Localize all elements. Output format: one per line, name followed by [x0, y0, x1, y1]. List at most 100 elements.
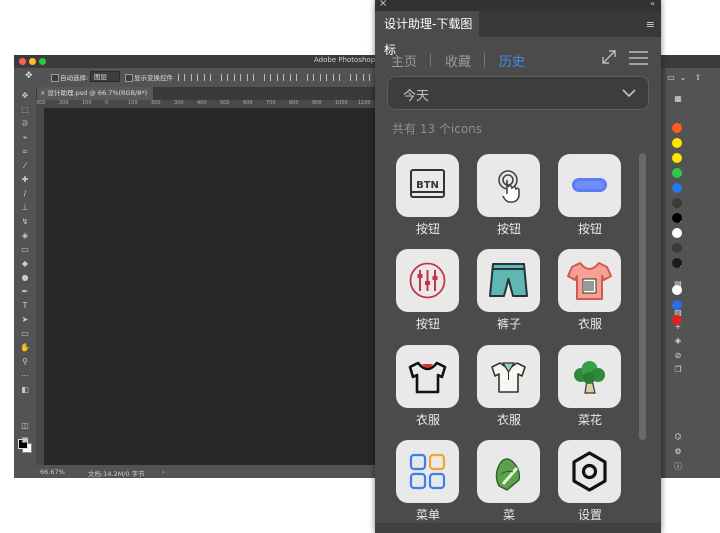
ruler-tick-label: 300 — [36, 100, 46, 106]
swatches-panel-icon[interactable]: ▦ — [674, 94, 682, 103]
icon-card[interactable] — [396, 345, 459, 408]
minimize-window-button[interactable] — [29, 58, 36, 65]
ruler-tick-label: 100 — [82, 100, 92, 106]
collapse-icon[interactable]: « — [650, 0, 655, 8]
align-icon[interactable] — [221, 74, 228, 81]
color-swatch[interactable] — [672, 153, 682, 163]
design-assistant-panel: × « 设计助理-下载图标 ≡ 主页 收藏 历史 今天 共有 13 个icons… — [375, 0, 661, 533]
expand-icon[interactable] — [600, 48, 618, 66]
crop-tool-icon[interactable]: ⌗ — [20, 147, 30, 156]
panel-menu-icon[interactable]: ≡ — [646, 18, 655, 31]
nav-favorites[interactable]: 收藏 — [445, 51, 471, 70]
icon-card[interactable] — [558, 249, 621, 312]
zoom-level[interactable]: 66.67% — [40, 468, 65, 476]
no-fill-icon[interactable]: ⊘ — [674, 351, 682, 360]
plugin-icon[interactable]: ⌬ — [674, 432, 682, 441]
zoom-window-button[interactable] — [39, 58, 46, 65]
document-canvas[interactable] — [44, 108, 378, 465]
workspace-chevron-icon[interactable]: ⌄ — [679, 73, 687, 82]
status-menu-icon[interactable]: › — [162, 468, 165, 476]
share-icon[interactable]: ⇪ — [694, 73, 702, 82]
eraser-tool-icon[interactable]: ◈ — [20, 231, 30, 240]
color-swatch[interactable] — [672, 258, 682, 268]
color-swatch[interactable] — [672, 123, 682, 133]
hand-tool-icon[interactable]: ✋ — [20, 343, 30, 352]
color-swatch[interactable] — [672, 228, 682, 238]
align-icon[interactable] — [191, 74, 198, 81]
pen-tool-icon[interactable]: ✒ — [20, 287, 30, 296]
color-swatch[interactable] — [672, 138, 682, 148]
workspace-icon[interactable]: ▭ — [667, 73, 675, 82]
clone-icon[interactable]: ❐ — [674, 365, 682, 374]
color-swatch[interactable] — [672, 198, 682, 208]
icon-card[interactable]: BTN — [396, 154, 459, 217]
align-icon[interactable] — [178, 74, 185, 81]
color-swatch[interactable] — [672, 300, 682, 310]
icon-card[interactable] — [477, 249, 540, 312]
distribute-icon[interactable] — [277, 74, 284, 81]
distribute-icon[interactable] — [363, 74, 370, 81]
nav-home[interactable]: 主页 — [391, 51, 417, 70]
color-swatch[interactable] — [672, 243, 682, 253]
icon-card[interactable] — [396, 249, 459, 312]
info-icon[interactable]: ⓘ — [674, 462, 682, 471]
lasso-tool-icon[interactable]: ᘐ — [20, 119, 30, 128]
icon-card[interactable] — [477, 440, 540, 503]
blur-tool-icon[interactable]: ◆ — [20, 259, 30, 268]
marquee-tool-icon[interactable]: ⬚ — [20, 105, 30, 114]
scrollbar-thumb[interactable] — [639, 153, 646, 440]
default-colors-icon[interactable]: ◧ — [20, 385, 30, 394]
panel-tab-title[interactable]: 设计助理-下载图标 — [375, 11, 479, 57]
layer-select[interactable]: 图层 — [90, 71, 120, 82]
eyedropper-tool-icon[interactable]: ⁄ — [20, 161, 30, 170]
dodge-tool-icon[interactable]: ● — [20, 273, 30, 282]
show-transform-checkbox[interactable] — [125, 74, 133, 82]
move-tool-icon[interactable]: ✥ — [20, 91, 30, 100]
icon-card[interactable] — [558, 440, 621, 503]
align-icon[interactable] — [247, 74, 254, 81]
quick-mask-icon[interactable]: ◫ — [20, 421, 30, 430]
color-swatch[interactable] — [672, 315, 682, 325]
nav-history[interactable]: 历史 — [499, 51, 525, 70]
type-tool-icon[interactable]: T — [20, 301, 30, 310]
distribute-icon[interactable] — [333, 74, 340, 81]
distribute-icon[interactable] — [320, 74, 327, 81]
auto-select-checkbox[interactable] — [51, 74, 59, 82]
color-swatch[interactable] — [672, 285, 682, 295]
more-tools-icon[interactable]: ⋯ — [20, 371, 30, 380]
align-icon[interactable] — [204, 74, 211, 81]
icon-card[interactable] — [477, 345, 540, 408]
icon-card[interactable] — [558, 154, 621, 217]
stamp-tool-icon[interactable]: ⊥ — [20, 203, 30, 212]
distribute-icon[interactable] — [350, 74, 357, 81]
close-window-button[interactable] — [19, 58, 26, 65]
zoom-tool-icon[interactable]: ⚲ — [20, 357, 30, 366]
ruler-tick-label: 800 — [289, 100, 299, 106]
color-swatch[interactable] — [672, 213, 682, 223]
date-filter-dropdown[interactable]: 今天 — [387, 76, 649, 110]
distribute-icon[interactable] — [290, 74, 297, 81]
layers-small-icon[interactable]: ◈ — [674, 336, 682, 345]
ruler-tick-label: 1000 — [335, 100, 348, 106]
brush-tool-icon[interactable]: ∕ — [20, 189, 30, 198]
document-tab[interactable]: × 设计助理.psd @ 66.7%(RGB/8*) — [36, 87, 154, 100]
hamburger-menu-icon[interactable] — [629, 51, 648, 65]
color-swatch[interactable] — [672, 183, 682, 193]
rectangle-tool-icon[interactable]: ▭ — [20, 329, 30, 338]
align-icon[interactable] — [234, 74, 241, 81]
history-brush-icon[interactable]: ↯ — [20, 217, 30, 226]
icon-card[interactable] — [558, 345, 621, 408]
gradient-tool-icon[interactable]: ▭ — [20, 245, 30, 254]
icon-card[interactable] — [477, 154, 540, 217]
move-tool-icon[interactable]: ✥ — [25, 71, 33, 81]
distribute-icon[interactable] — [264, 74, 271, 81]
icon-card[interactable] — [396, 440, 459, 503]
quick-select-tool-icon[interactable]: ⌖ — [20, 133, 30, 142]
screen-mode-icon[interactable]: ▣ — [20, 435, 30, 444]
healing-tool-icon[interactable]: ✚ — [20, 175, 30, 184]
color-swatch[interactable] — [672, 168, 682, 178]
distribute-icon[interactable] — [307, 74, 314, 81]
settings-small-icon[interactable]: ⚙ — [674, 447, 682, 456]
path-select-tool-icon[interactable]: ➤ — [20, 315, 30, 324]
close-icon[interactable]: × — [379, 0, 387, 9]
